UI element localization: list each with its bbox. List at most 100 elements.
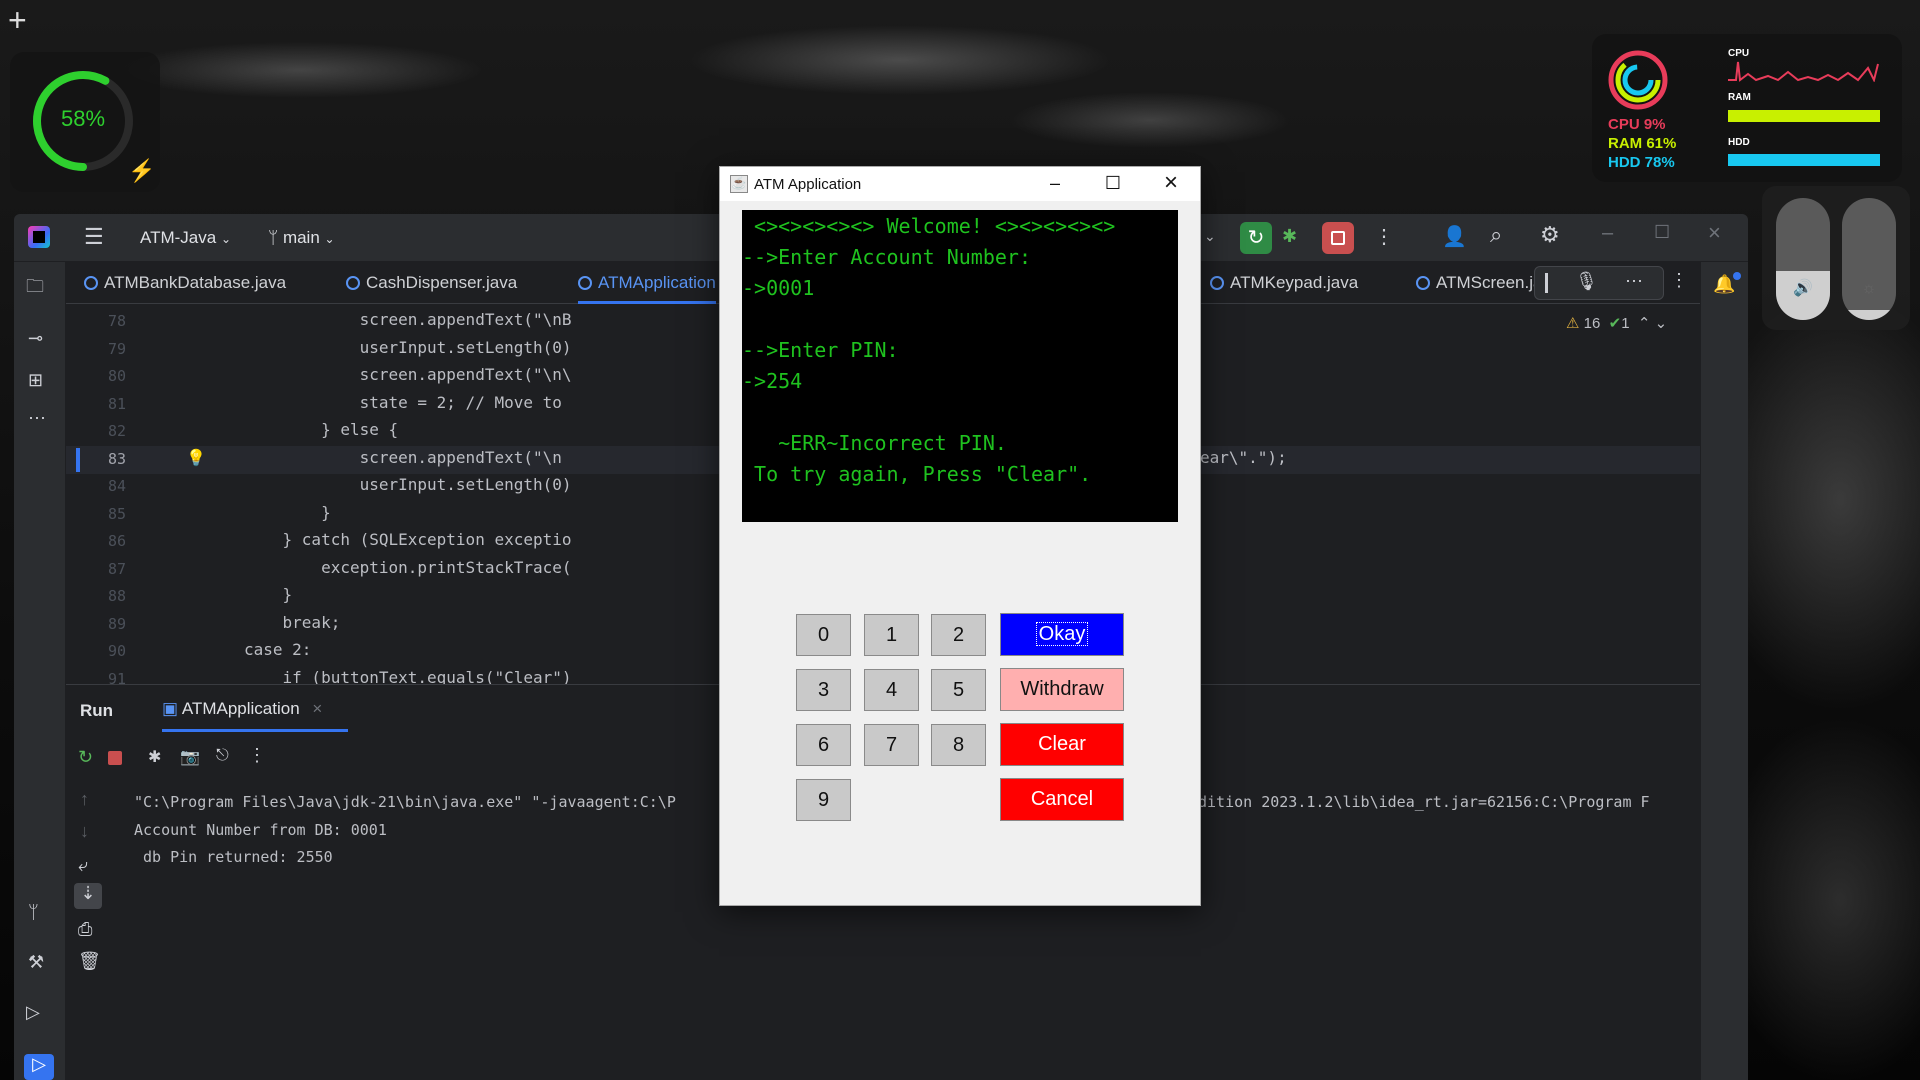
trash-icon[interactable]: 🗑	[78, 951, 101, 972]
tab-atmscreen[interactable]: ATMScreen.ja	[1416, 262, 1542, 304]
display-line: To try again, Press "Clear".	[742, 462, 1092, 486]
run-tab-atmapplication[interactable]: ▣ ATMApplication ×	[162, 699, 348, 732]
microphone-icon[interactable]: 🎙	[1575, 271, 1598, 292]
battery-widget: 58% ⚡	[10, 52, 160, 192]
key-1[interactable]: 1	[864, 614, 919, 656]
structure-icon[interactable]: ⊞	[28, 370, 43, 391]
volume-icon: 🔊	[1793, 280, 1813, 297]
display-line: ->254	[742, 369, 803, 393]
withdraw-button[interactable]: Withdraw	[1000, 668, 1124, 711]
run-panel-title: Run	[80, 701, 114, 720]
code-line: case 2:	[244, 640, 312, 659]
scroll-up-icon[interactable]: ↑	[80, 789, 89, 810]
build-icon[interactable]: ⚒	[28, 952, 44, 973]
clear-button[interactable]: Clear	[1000, 723, 1124, 766]
run-tool-icon[interactable]: ▷	[24, 1054, 54, 1080]
scroll-down-icon[interactable]: ↓	[80, 821, 89, 842]
code-line: break;	[244, 612, 341, 632]
key-5[interactable]: 5	[931, 669, 986, 711]
git-icon[interactable]: ᛘ	[28, 902, 39, 923]
maximize-icon[interactable]: ☐	[1084, 167, 1142, 201]
debug-icon[interactable]: ✱	[1282, 226, 1297, 247]
close-tab-icon[interactable]: ×	[312, 699, 322, 718]
tab-atmbankdatabase[interactable]: ATMBankDatabase.java	[84, 262, 286, 304]
warning-count: 16	[1583, 315, 1601, 332]
tab-label: ATMApplication	[598, 273, 716, 292]
line-number: 80	[107, 367, 126, 385]
key-4[interactable]: 4	[864, 669, 919, 711]
tab-atmkeypad[interactable]: ATMKeypad.java	[1210, 262, 1358, 304]
system-monitor-widget: CPU 9% RAM 61% HDD 78% CPU RAM HDD	[1592, 34, 1902, 182]
quick-sliders-widget: 🔊 ☼	[1762, 186, 1910, 330]
commit-icon[interactable]: ⊸	[28, 328, 43, 349]
tab-atmapplication[interactable]: ATMApplication	[578, 262, 716, 304]
project-folder-icon[interactable]: 🗀	[26, 274, 44, 304]
tabs-menu-icon[interactable]: ⋮	[1670, 270, 1688, 291]
more-tools-icon[interactable]: ⋯	[28, 408, 46, 429]
class-icon	[1416, 276, 1430, 290]
line-number: 87	[107, 559, 126, 578]
notification-dot	[1733, 272, 1741, 280]
ok-icon: ✔	[1608, 315, 1622, 332]
tab-cashdispenser[interactable]: CashDispenser.java	[346, 262, 517, 304]
add-widget-icon[interactable]: +	[8, 4, 27, 36]
key-3[interactable]: 3	[796, 669, 851, 711]
search-icon[interactable]: ⌕	[1490, 222, 1502, 248]
maximize-icon[interactable]: ☐	[1654, 222, 1670, 243]
stop-button[interactable]	[1322, 222, 1354, 254]
code-with-me-icon[interactable]: 👤	[1442, 224, 1467, 249]
stop-icon	[1331, 231, 1345, 245]
settings-icon[interactable]: ⚙	[1540, 222, 1560, 248]
soft-wrap-icon[interactable]: ⤶	[78, 855, 88, 876]
project-selector[interactable]: ATM-Java ⌄	[140, 228, 231, 248]
branch-selector[interactable]: ᛘ main ⌄	[268, 228, 335, 248]
key-6[interactable]: 6	[796, 724, 851, 766]
key-2[interactable]: 2	[931, 614, 986, 656]
console-line: Account Number from DB: 0001	[134, 820, 387, 839]
class-icon	[1210, 276, 1224, 290]
drag-handle[interactable]	[1545, 273, 1548, 293]
key-8[interactable]: 8	[931, 724, 986, 766]
project-name: ATM-Java	[140, 228, 217, 247]
battery-percent: 58%	[60, 106, 106, 131]
code-line-83-tail: ear\".");	[1200, 448, 1287, 467]
console-line-0-tail: dition 2023.1.2\lib\idea_rt.jar=62156:C:…	[1198, 793, 1650, 811]
key-7[interactable]: 7	[864, 724, 919, 766]
notifications-icon[interactable]: 🔔	[1713, 274, 1735, 295]
lightbulb-icon[interactable]: 💡	[186, 448, 206, 468]
cancel-button[interactable]: Cancel	[1000, 778, 1124, 821]
more-icon[interactable]: ⋯	[1625, 271, 1643, 292]
close-icon[interactable]: ×	[1142, 167, 1200, 201]
rerun-icon[interactable]: ↻	[78, 747, 93, 768]
scroll-to-end-icon[interactable]: ⇣	[74, 883, 102, 909]
more-icon[interactable]: ⋮	[248, 745, 266, 766]
services-icon[interactable]: ▷	[26, 1002, 40, 1023]
console-side-toolbar: ↑ ↓ ⤶ ⇣ ⎙ 🗑	[66, 781, 112, 1080]
okay-button[interactable]: Okay	[1000, 613, 1124, 656]
key-9[interactable]: 9	[796, 779, 851, 821]
right-tool-strip: 🔔	[1700, 262, 1748, 1080]
debug-icon[interactable]: ✱	[148, 747, 161, 767]
key-0[interactable]: 0	[796, 614, 851, 656]
main-menu-icon[interactable]: ☰	[84, 224, 104, 250]
brightness-slider[interactable]: ☼	[1842, 198, 1896, 320]
volume-slider[interactable]: 🔊	[1776, 198, 1830, 320]
minimize-icon[interactable]: –	[1026, 167, 1084, 201]
print-icon[interactable]: ⎙	[78, 919, 92, 940]
minimize-icon[interactable]: –	[1602, 222, 1613, 245]
line-number: 78	[107, 312, 126, 330]
stop-icon[interactable]	[108, 751, 122, 765]
camera-icon[interactable]: 📷	[180, 747, 200, 767]
ram-bar	[1728, 110, 1880, 122]
rerun-icon[interactable]: ↻	[1240, 222, 1272, 254]
inspection-widget[interactable]: ⚠ 16 ✔1 ⌃ ⌄	[1566, 314, 1667, 332]
more-actions-icon[interactable]: ⋮	[1374, 224, 1394, 249]
ram-bar-label: RAM	[1728, 92, 1751, 103]
run-config-chevron-icon[interactable]: ⌄	[1204, 228, 1216, 245]
ok-count: 1	[1621, 315, 1630, 332]
line-number: 81	[107, 394, 126, 413]
close-icon[interactable]: ×	[1708, 220, 1721, 246]
ram-readout: RAM 61%	[1608, 135, 1677, 152]
exit-icon[interactable]: ⎋	[216, 747, 229, 765]
left-tool-strip: 🗀 ⊸ ⊞ ⋯ ᛘ ⚒ ▷ ▷	[14, 262, 66, 1080]
